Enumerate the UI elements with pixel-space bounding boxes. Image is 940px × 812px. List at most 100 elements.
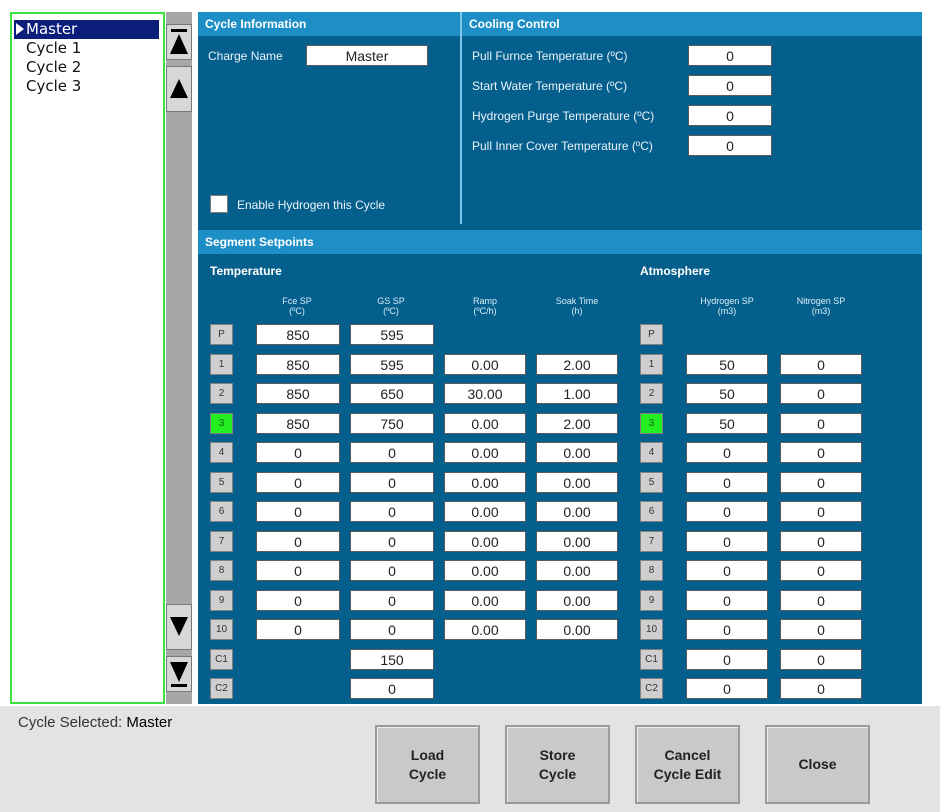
- cycle-list-item[interactable]: Cycle 2: [14, 58, 159, 77]
- segment-n2-field[interactable]: 0: [780, 471, 862, 493]
- segment-ramp-field[interactable]: 0.00: [444, 412, 526, 434]
- atmosphere-segment-button[interactable]: 4: [640, 442, 663, 463]
- segment-button[interactable]: P: [210, 324, 233, 345]
- scroll-top-button[interactable]: [166, 24, 192, 60]
- segment-soak-field[interactable]: 0.00: [536, 589, 618, 611]
- segment-ramp-field[interactable]: 0.00: [444, 442, 526, 463]
- segment-soak-field[interactable]: 1.00: [536, 383, 618, 404]
- atmosphere-segment-button[interactable]: 2: [640, 383, 663, 404]
- segment-button[interactable]: 6: [210, 501, 233, 522]
- segment-soak-field[interactable]: 2.00: [536, 353, 618, 375]
- segment-fce-field[interactable]: 850: [256, 412, 340, 434]
- segment-button[interactable]: 7: [210, 530, 233, 552]
- segment-gs-field[interactable]: 0: [350, 471, 434, 493]
- segment-gs-field[interactable]: 0: [350, 678, 434, 699]
- segment-gs-field[interactable]: 0: [350, 619, 434, 640]
- segment-gs-field[interactable]: 0: [350, 589, 434, 611]
- atmosphere-segment-button[interactable]: 7: [640, 530, 663, 552]
- cycle-list-scrollbar[interactable]: [166, 12, 192, 704]
- segment-ramp-field[interactable]: 30.00: [444, 383, 526, 404]
- segment-soak-field[interactable]: 0.00: [536, 619, 618, 640]
- segment-ramp-field[interactable]: 0.00: [444, 471, 526, 493]
- segment-h2-field[interactable]: 50: [686, 353, 768, 375]
- segment-n2-field[interactable]: 0: [780, 501, 862, 522]
- segment-fce-field[interactable]: 850: [256, 383, 340, 404]
- segment-fce-field[interactable]: 0: [256, 619, 340, 640]
- segment-button[interactable]: 8: [210, 560, 233, 581]
- segment-h2-field[interactable]: 0: [686, 442, 768, 463]
- segment-ramp-field[interactable]: 0.00: [444, 560, 526, 581]
- atmosphere-segment-button[interactable]: 5: [640, 471, 663, 493]
- segment-gs-field[interactable]: 595: [350, 324, 434, 345]
- atmosphere-segment-button[interactable]: 6: [640, 501, 663, 522]
- atmosphere-segment-button[interactable]: 9: [640, 589, 663, 611]
- segment-ramp-field[interactable]: 0.00: [444, 619, 526, 640]
- segment-n2-field[interactable]: 0: [780, 560, 862, 581]
- cooling-field-input[interactable]: 0: [688, 135, 772, 156]
- segment-gs-field[interactable]: 0: [350, 442, 434, 463]
- segment-ramp-field[interactable]: 0.00: [444, 353, 526, 375]
- atmosphere-segment-button[interactable]: C1: [640, 648, 663, 670]
- atmosphere-segment-button[interactable]: P: [640, 324, 663, 345]
- segment-fce-field[interactable]: 0: [256, 501, 340, 522]
- segment-gs-field[interactable]: 0: [350, 530, 434, 552]
- segment-fce-field[interactable]: 0: [256, 589, 340, 611]
- load-cycle-button[interactable]: Load Cycle: [375, 725, 480, 804]
- segment-button[interactable]: 2: [210, 383, 233, 404]
- cycle-list-item[interactable]: Cycle 1: [14, 39, 159, 58]
- atmosphere-segment-button[interactable]: C2: [640, 678, 663, 699]
- segment-button[interactable]: 5: [210, 471, 233, 493]
- segment-gs-field[interactable]: 0: [350, 560, 434, 581]
- segment-gs-field[interactable]: 750: [350, 412, 434, 434]
- segment-h2-field[interactable]: 0: [686, 648, 768, 670]
- segment-h2-field[interactable]: 50: [686, 412, 768, 434]
- segment-gs-field[interactable]: 650: [350, 383, 434, 404]
- segment-n2-field[interactable]: 0: [780, 648, 862, 670]
- segment-soak-field[interactable]: 0.00: [536, 530, 618, 552]
- segment-n2-field[interactable]: 0: [780, 383, 862, 404]
- segment-soak-field[interactable]: 0.00: [536, 471, 618, 493]
- segment-button[interactable]: C1: [210, 648, 233, 670]
- segment-fce-field[interactable]: 0: [256, 560, 340, 581]
- cycle-list-item[interactable]: Cycle 3: [14, 77, 159, 96]
- segment-fce-field[interactable]: 0: [256, 471, 340, 493]
- segment-soak-field[interactable]: 0.00: [536, 501, 618, 522]
- segment-h2-field[interactable]: 0: [686, 619, 768, 640]
- segment-button[interactable]: 9: [210, 589, 233, 611]
- segment-soak-field[interactable]: 0.00: [536, 560, 618, 581]
- segment-button[interactable]: 3: [210, 412, 233, 434]
- scroll-down-button[interactable]: [166, 604, 192, 650]
- segment-h2-field[interactable]: 0: [686, 530, 768, 552]
- segment-fce-field[interactable]: 0: [256, 530, 340, 552]
- segment-h2-field[interactable]: 0: [686, 560, 768, 581]
- segment-n2-field[interactable]: 0: [780, 353, 862, 375]
- segment-h2-field[interactable]: 0: [686, 678, 768, 699]
- cooling-field-input[interactable]: 0: [688, 75, 772, 96]
- segment-gs-field[interactable]: 150: [350, 648, 434, 670]
- segment-fce-field[interactable]: 850: [256, 324, 340, 345]
- cancel-cycle-edit-button[interactable]: Cancel Cycle Edit: [635, 725, 740, 804]
- cooling-field-input[interactable]: 0: [688, 45, 772, 66]
- segment-h2-field[interactable]: 0: [686, 589, 768, 611]
- segment-n2-field[interactable]: 0: [780, 678, 862, 699]
- enable-hydrogen-checkbox[interactable]: [210, 195, 228, 213]
- segment-h2-field[interactable]: 0: [686, 471, 768, 493]
- segment-n2-field[interactable]: 0: [780, 442, 862, 463]
- segment-gs-field[interactable]: 595: [350, 353, 434, 375]
- cycle-list-item[interactable]: Master: [14, 20, 159, 39]
- segment-soak-field[interactable]: 2.00: [536, 412, 618, 434]
- store-cycle-button[interactable]: Store Cycle: [505, 725, 610, 804]
- segment-ramp-field[interactable]: 0.00: [444, 530, 526, 552]
- segment-gs-field[interactable]: 0: [350, 501, 434, 522]
- atmosphere-segment-button[interactable]: 8: [640, 560, 663, 581]
- segment-h2-field[interactable]: 50: [686, 383, 768, 404]
- segment-button[interactable]: 4: [210, 442, 233, 463]
- segment-h2-field[interactable]: 0: [686, 501, 768, 522]
- segment-button[interactable]: 10: [210, 619, 233, 640]
- cooling-field-input[interactable]: 0: [688, 105, 772, 126]
- close-button[interactable]: Close: [765, 725, 870, 804]
- segment-button[interactable]: 1: [210, 353, 233, 375]
- scroll-up-button[interactable]: [166, 66, 192, 112]
- segment-n2-field[interactable]: 0: [780, 530, 862, 552]
- atmosphere-segment-button[interactable]: 3: [640, 412, 663, 434]
